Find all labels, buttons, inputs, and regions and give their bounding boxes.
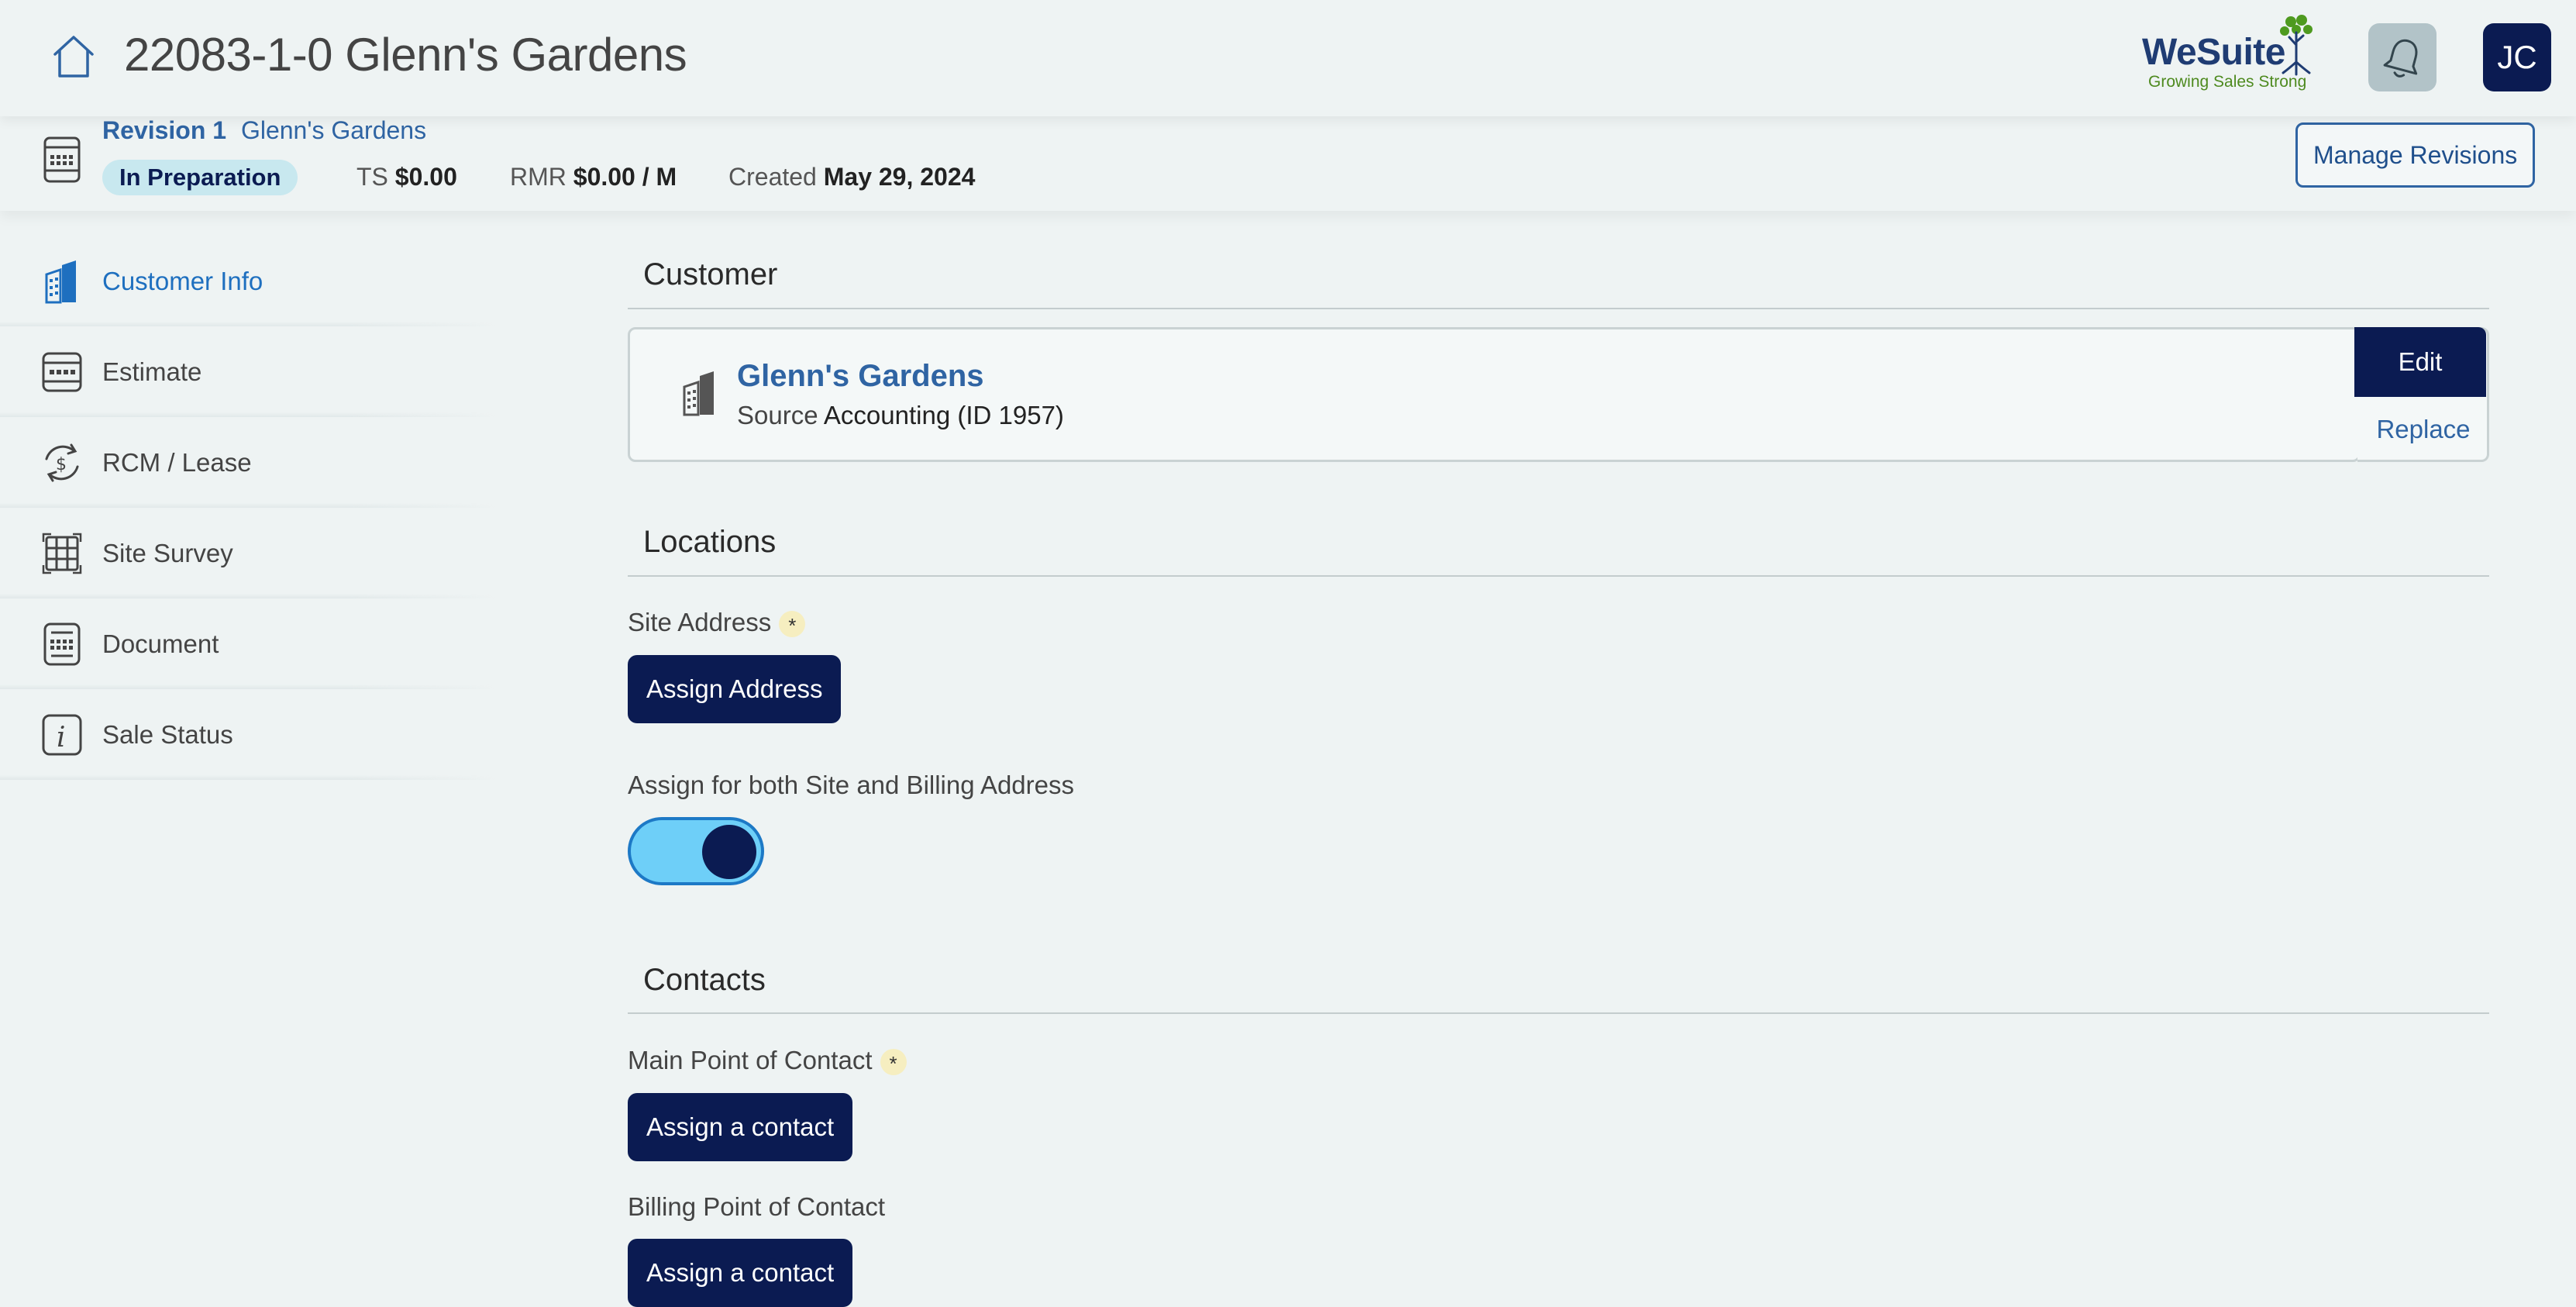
required-marker: * xyxy=(779,611,806,638)
locations-divider xyxy=(628,575,2489,577)
estimate-icon xyxy=(40,350,84,395)
sidebar-item-rcm-lease[interactable]: $ RCM / Lease xyxy=(0,417,496,508)
tree-icon xyxy=(2280,15,2313,76)
info-icon: i xyxy=(40,712,84,757)
building-icon xyxy=(683,371,714,416)
grid-icon xyxy=(40,531,84,576)
customer-divider xyxy=(628,308,2489,309)
bell-icon xyxy=(2383,39,2418,78)
created-meta: Created May 29, 2024 xyxy=(728,163,975,191)
notifications-button[interactable] xyxy=(2368,23,2437,91)
edit-customer-button[interactable]: Edit xyxy=(2354,327,2486,397)
customer-actions: Edit Replace xyxy=(2354,327,2489,462)
customer-name-link[interactable]: Glenn's Gardens xyxy=(737,359,984,394)
building-icon xyxy=(40,259,84,304)
estimate-document-icon xyxy=(43,136,81,183)
page-title: 22083-1-0 Glenn's Gardens xyxy=(124,29,687,81)
created-value: May 29, 2024 xyxy=(823,163,976,191)
sidebar-nav: Customer Info Estimate $ RCM / Lease Sit… xyxy=(0,236,496,780)
assign-main-contact-button[interactable]: Assign a contact xyxy=(628,1093,853,1161)
status-badge: In Preparation xyxy=(102,160,298,195)
assign-address-button[interactable]: Assign Address xyxy=(628,655,842,723)
revision-customer-name[interactable]: Glenn's Gardens xyxy=(241,116,426,144)
revision-title: Revision 1 Glenn's Gardens xyxy=(102,116,426,145)
document-icon xyxy=(40,622,84,667)
sidebar-item-customer-info[interactable]: Customer Info xyxy=(0,236,496,326)
main-contact-label-text: Main Point of Contact xyxy=(628,1046,873,1074)
logo-wordmark: WeSuite xyxy=(2142,32,2285,73)
both-addresses-toggle[interactable] xyxy=(628,817,764,885)
contacts-divider xyxy=(628,1012,2489,1014)
sidebar-item-label: Sale Status xyxy=(102,720,233,749)
app-header: 22083-1-0 Glenn's Gardens WeSuite Growin… xyxy=(0,0,2576,116)
svg-text:i: i xyxy=(57,722,66,754)
dollar-cycle-icon: $ xyxy=(40,440,84,485)
rmr-label: RMR xyxy=(510,163,567,191)
revision-label[interactable]: Revision 1 xyxy=(102,116,226,144)
manage-revisions-button[interactable]: Manage Revisions xyxy=(2295,122,2536,188)
source-value: Accounting (ID 1957) xyxy=(823,401,1064,429)
source-label: Source xyxy=(737,401,818,429)
required-marker: * xyxy=(880,1049,907,1076)
contacts-section-title: Contacts xyxy=(643,963,766,997)
assign-billing-contact-button[interactable]: Assign a contact xyxy=(628,1239,853,1307)
customer-source: Source Accounting (ID 1957) xyxy=(737,401,1064,430)
site-address-label-text: Site Address xyxy=(628,608,772,636)
both-addresses-label: Assign for both Site and Billing Address xyxy=(628,771,1075,799)
customer-card: Glenn's Gardens Source Accounting (ID 19… xyxy=(628,327,2361,462)
sidebar-item-label: Site Survey xyxy=(102,539,233,567)
sidebar-item-estimate[interactable]: Estimate xyxy=(0,326,496,417)
sidebar-item-label: RCM / Lease xyxy=(102,448,252,477)
ts-meta: TS $0.00 xyxy=(356,163,457,191)
sidebar-item-label: Document xyxy=(102,629,219,658)
replace-customer-button[interactable]: Replace xyxy=(2357,415,2489,444)
revision-bar: Revision 1 Glenn's Gardens In Preparatio… xyxy=(0,116,2576,211)
main-contact-label: Main Point of Contact * xyxy=(628,1046,907,1076)
created-label: Created xyxy=(728,163,817,191)
sidebar-item-site-survey[interactable]: Site Survey xyxy=(0,508,496,598)
sidebar-item-label: Customer Info xyxy=(102,267,263,295)
billing-contact-label: Billing Point of Contact xyxy=(628,1192,886,1221)
wesuite-logo: WeSuite Growing Sales Strong xyxy=(2140,14,2326,98)
toggle-knob xyxy=(702,825,756,879)
user-avatar[interactable]: JC xyxy=(2483,23,2551,91)
sidebar-item-label: Estimate xyxy=(102,357,202,386)
ts-label: TS xyxy=(356,163,388,191)
home-icon[interactable] xyxy=(48,31,99,82)
rmr-meta: RMR $0.00 / M xyxy=(510,163,677,191)
sidebar-item-sale-status[interactable]: i Sale Status xyxy=(0,689,496,780)
rmr-value: $0.00 / M xyxy=(573,163,677,191)
site-address-label: Site Address * xyxy=(628,608,806,638)
svg-text:$: $ xyxy=(56,455,67,474)
locations-section-title: Locations xyxy=(643,525,777,559)
customer-section-title: Customer xyxy=(643,257,778,291)
ts-value: $0.00 xyxy=(394,163,457,191)
sidebar-item-document[interactable]: Document xyxy=(0,598,496,689)
